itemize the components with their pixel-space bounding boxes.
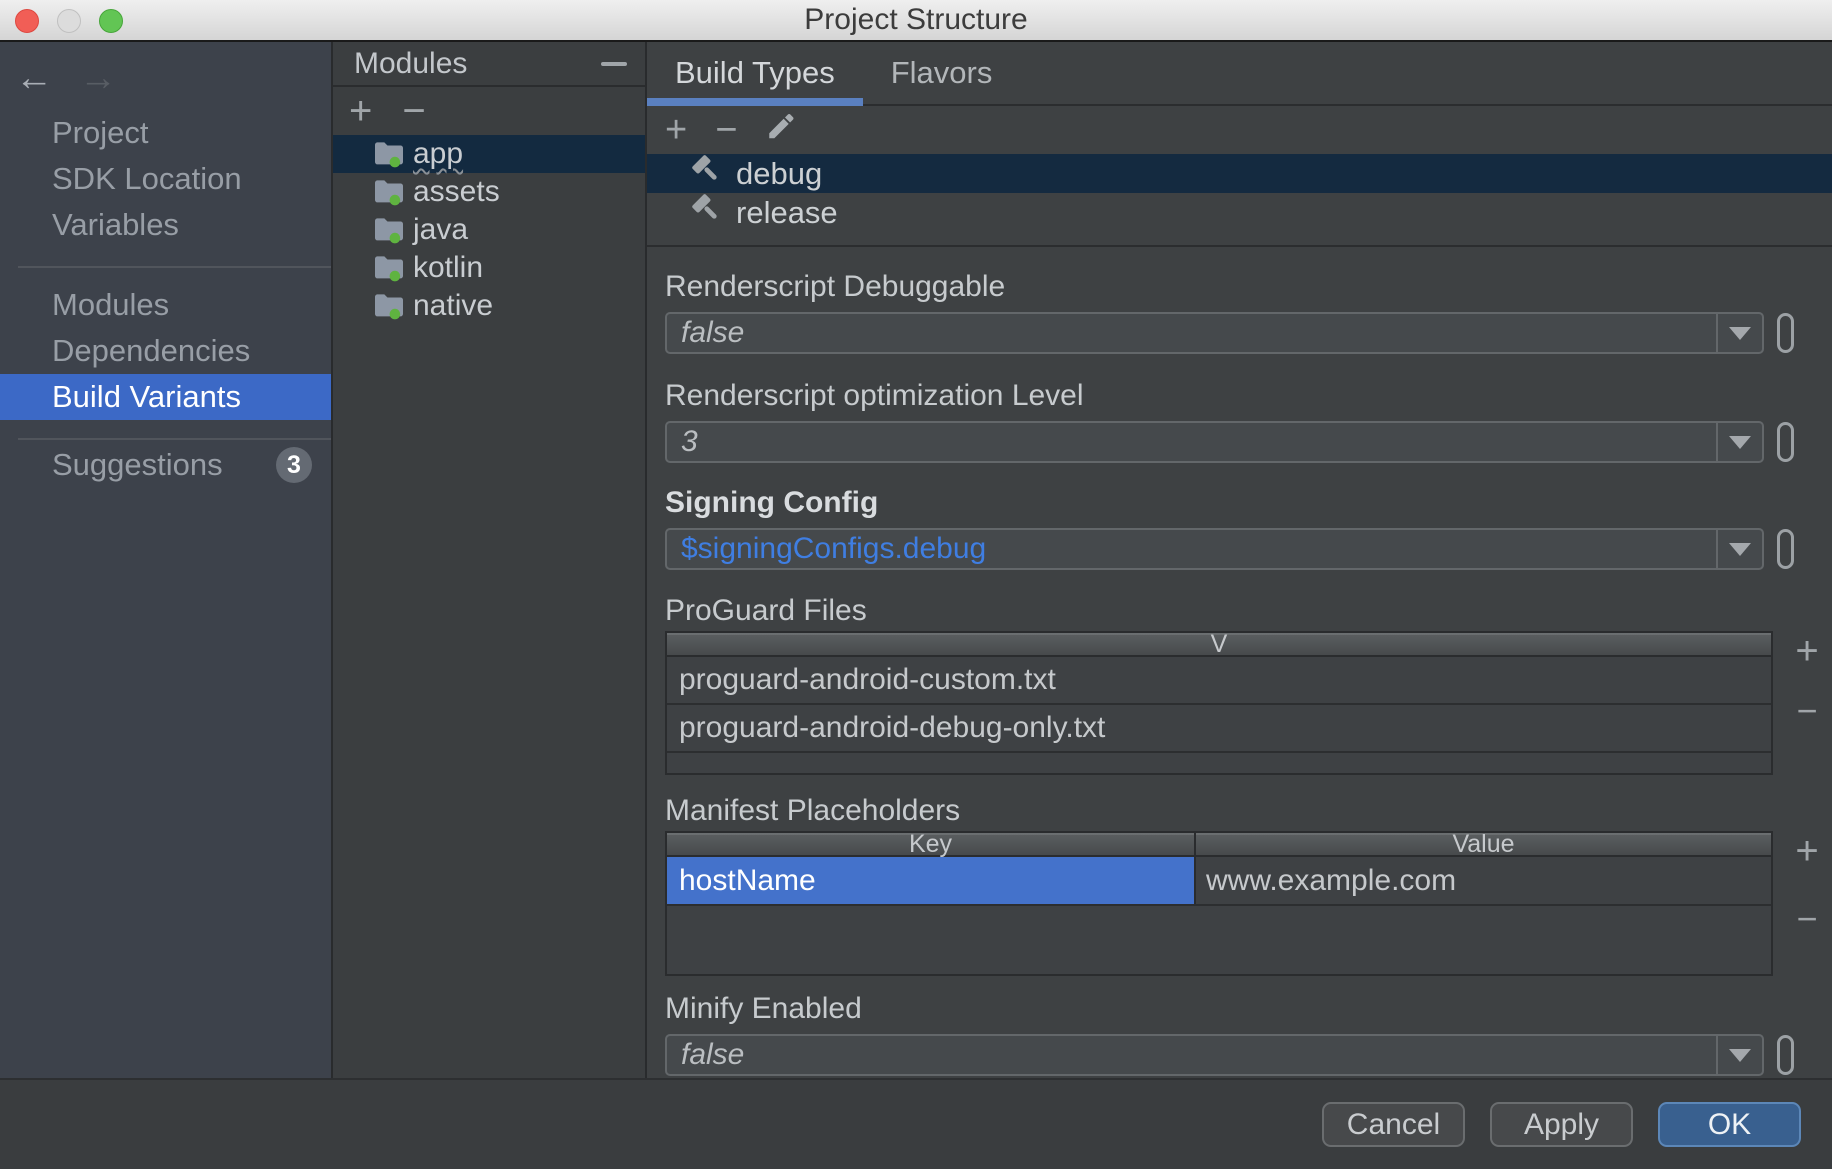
manifest-value-cell[interactable]: www.example.com xyxy=(1196,857,1771,904)
sidebar: ← → Project SDK Location Variables Modul… xyxy=(0,42,331,1078)
edit-pencil-icon[interactable] xyxy=(765,109,797,152)
manifest-key-cell[interactable]: hostName xyxy=(667,857,1196,904)
proguard-files-label: ProGuard Files xyxy=(665,596,1832,626)
proguard-files-table: V proguard-android-custom.txt proguard-a… xyxy=(665,631,1773,775)
build-type-hammer-icon xyxy=(691,193,723,233)
back-arrow-icon[interactable]: ← xyxy=(15,59,53,97)
window-title: Project Structure xyxy=(804,3,1027,37)
apply-button[interactable]: Apply xyxy=(1490,1102,1633,1147)
close-window-button[interactable] xyxy=(15,9,39,33)
build-type-hammer-icon xyxy=(691,154,723,194)
sidebar-divider xyxy=(18,438,331,440)
manifest-table-buttons: + − xyxy=(1787,831,1827,937)
modules-panel-title: Modules xyxy=(354,47,467,81)
renderscript-debuggable-select[interactable]: false xyxy=(665,312,1764,354)
sidebar-item-dependencies[interactable]: Dependencies xyxy=(0,328,331,374)
remove-build-type-button[interactable]: − xyxy=(715,111,737,149)
sidebar-item-suggestions[interactable]: Suggestions 3 xyxy=(0,442,331,488)
signing-config-select[interactable]: $signingConfigs.debug xyxy=(665,528,1764,570)
remove-placeholder-button[interactable]: − xyxy=(1796,901,1817,937)
manifest-key-column-header[interactable]: Key xyxy=(667,833,1196,857)
project-structure-dialog: Project Structure ← → Project SDK Locati… xyxy=(0,0,1832,1169)
suggestions-count-badge: 3 xyxy=(276,447,312,483)
chevron-down-icon xyxy=(1729,327,1751,340)
dialog-footer: Cancel Apply OK xyxy=(0,1078,1832,1169)
variable-binding-icon[interactable] xyxy=(1777,422,1794,462)
proguard-file-row[interactable]: proguard-android-custom.txt xyxy=(667,657,1771,705)
title-bar: Project Structure xyxy=(0,0,1832,42)
module-folder-icon xyxy=(373,140,405,168)
variable-binding-icon[interactable] xyxy=(1777,313,1794,353)
dropdown-arrow-button[interactable] xyxy=(1716,1036,1762,1074)
add-proguard-file-button[interactable]: + xyxy=(1795,631,1818,671)
variable-binding-icon[interactable] xyxy=(1777,1035,1794,1075)
proguard-table-header[interactable]: V xyxy=(667,633,1771,657)
module-tree-item-kotlin[interactable]: kotlin xyxy=(333,249,645,287)
forward-arrow-icon[interactable]: → xyxy=(79,59,117,97)
module-folder-icon xyxy=(373,216,405,244)
sidebar-item-modules[interactable]: Modules xyxy=(0,282,331,328)
traffic-lights xyxy=(15,9,123,33)
build-types-panel: Build Types Flavors + − debug release xyxy=(647,42,1832,1078)
manifest-placeholder-row: hostName www.example.com xyxy=(667,857,1771,906)
minimize-window-button[interactable] xyxy=(57,9,81,33)
build-types-toolbar: + − xyxy=(647,106,1832,154)
add-module-button[interactable]: + xyxy=(349,91,372,131)
minify-enabled-select[interactable]: false xyxy=(665,1034,1764,1076)
renderscript-debuggable-label: Renderscript Debuggable xyxy=(665,272,1832,302)
modules-tree: app assets java kotlin xyxy=(333,135,645,325)
renderscript-optimization-select[interactable]: 3 xyxy=(665,421,1764,463)
manifest-placeholders-label: Manifest Placeholders xyxy=(665,796,1832,826)
hide-panel-icon[interactable] xyxy=(601,62,627,66)
dropdown-arrow-button[interactable] xyxy=(1716,423,1762,461)
chevron-down-icon xyxy=(1729,1049,1751,1062)
proguard-empty-row xyxy=(667,753,1771,773)
add-build-type-button[interactable]: + xyxy=(665,111,687,149)
dropdown-arrow-button[interactable] xyxy=(1716,314,1762,352)
module-tree-item-app[interactable]: app xyxy=(333,135,645,173)
remove-proguard-file-button[interactable]: − xyxy=(1796,693,1817,729)
manifest-value-column-header[interactable]: Value xyxy=(1196,833,1771,857)
signing-config-label: Signing Config xyxy=(665,488,1832,518)
build-type-row-release[interactable]: release xyxy=(647,193,1832,232)
add-placeholder-button[interactable]: + xyxy=(1795,831,1818,871)
minify-enabled-label: Minify Enabled xyxy=(665,994,1832,1024)
variable-binding-icon[interactable] xyxy=(1777,529,1794,569)
module-folder-icon xyxy=(373,254,405,282)
renderscript-optimization-label: Renderscript optimization Level xyxy=(665,381,1832,411)
build-type-form: Renderscript Debuggable false Renderscri… xyxy=(647,247,1832,1076)
proguard-file-row[interactable]: proguard-android-debug-only.txt xyxy=(667,705,1771,753)
modules-panel: Modules + − app assets xyxy=(331,42,647,1078)
manifest-placeholders-table: Key Value hostName www.example.com xyxy=(665,831,1773,976)
tab-bar: Build Types Flavors xyxy=(647,42,1832,106)
sidebar-item-project[interactable]: Project xyxy=(0,110,331,156)
remove-module-button[interactable]: − xyxy=(402,91,425,131)
tab-build-types[interactable]: Build Types xyxy=(647,42,863,104)
module-tree-item-java[interactable]: java xyxy=(333,211,645,249)
sidebar-divider xyxy=(18,266,331,268)
module-tree-item-assets[interactable]: assets xyxy=(333,173,645,211)
module-folder-icon xyxy=(373,292,405,320)
ok-button[interactable]: OK xyxy=(1658,1102,1801,1147)
cancel-button[interactable]: Cancel xyxy=(1322,1102,1465,1147)
build-type-row-debug[interactable]: debug xyxy=(647,154,1832,193)
proguard-table-buttons: + − xyxy=(1787,631,1827,729)
manifest-empty-area xyxy=(667,906,1771,974)
module-folder-icon xyxy=(373,178,405,206)
tab-flavors[interactable]: Flavors xyxy=(863,42,1021,104)
sidebar-item-build-variants[interactable]: Build Variants xyxy=(0,374,331,420)
chevron-down-icon xyxy=(1729,543,1751,556)
dropdown-arrow-button[interactable] xyxy=(1716,530,1762,568)
zoom-window-button[interactable] xyxy=(99,9,123,33)
sidebar-item-variables[interactable]: Variables xyxy=(0,202,331,248)
module-tree-item-native[interactable]: native xyxy=(333,287,645,325)
sidebar-item-sdk-location[interactable]: SDK Location xyxy=(0,156,331,202)
chevron-down-icon xyxy=(1729,436,1751,449)
